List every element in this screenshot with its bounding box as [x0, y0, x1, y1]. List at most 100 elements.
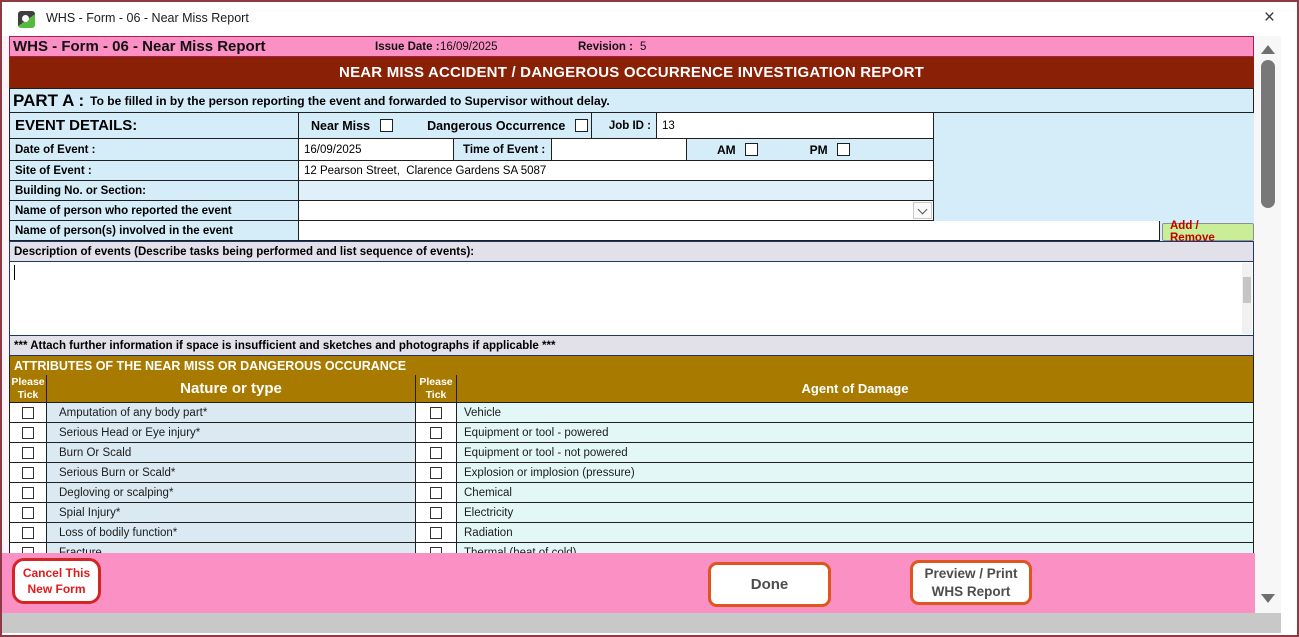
agent-checkbox[interactable] — [430, 407, 442, 419]
agent-tick-cell — [416, 403, 457, 423]
agent-checkbox[interactable] — [430, 527, 442, 539]
form-title: WHS - Form - 06 - Near Miss Report — [13, 38, 266, 55]
nature-checkbox[interactable] — [22, 467, 34, 479]
involved-value[interactable] — [299, 221, 1160, 241]
tick-header-2: Please Tick — [416, 375, 457, 403]
agent-tick-cell — [416, 483, 457, 503]
agent-text: Explosion or implosion (pressure) — [457, 463, 1254, 483]
nature-tick-cell — [9, 523, 47, 543]
date-of-event-value[interactable]: 16/09/2025 — [299, 139, 454, 161]
scroll-down-icon[interactable] — [1261, 594, 1275, 603]
nature-tick-cell — [9, 403, 47, 423]
description-header: Description of events (Describe tasks be… — [9, 241, 1254, 262]
app-icon — [18, 11, 35, 28]
event-details-label: EVENT DETAILS: — [9, 113, 299, 139]
site-of-event-value[interactable]: 12 Pearson Street, Clarence Gardens SA 5… — [299, 161, 934, 181]
form-header: WHS - Form - 06 - Near Miss Report Issue… — [9, 36, 1254, 57]
chevron-down-icon[interactable] — [913, 202, 932, 219]
nature-text: Degloving or scalping* — [47, 483, 416, 503]
nature-checkbox[interactable] — [22, 487, 34, 499]
am-checkbox[interactable] — [745, 143, 758, 156]
am-label: AM — [717, 143, 736, 157]
agent-checkbox[interactable] — [430, 507, 442, 519]
date-time-row: Date of Event : 16/09/2025 Time of Event… — [9, 139, 1254, 161]
report-banner: NEAR MISS ACCIDENT / DANGEROUS OCCURRENC… — [9, 57, 1254, 88]
table-row: Amputation of any body part* Vehicle — [9, 403, 1254, 423]
reporter-row: Name of person who reported the event — [9, 201, 1254, 221]
filler — [934, 201, 1254, 221]
site-row: Site of Event : 12 Pearson Street, Clare… — [9, 161, 1254, 181]
agent-text: Equipment or tool - not powered — [457, 443, 1254, 463]
vertical-scrollbar-thumb[interactable] — [1261, 60, 1275, 208]
job-id-value[interactable]: 13 — [657, 113, 934, 139]
tick-header-1: Please Tick — [9, 375, 47, 403]
description-scrollbar[interactable] — [1242, 263, 1252, 334]
job-id-label: Job ID : — [592, 113, 657, 139]
agent-tick-cell — [416, 523, 457, 543]
agent-checkbox[interactable] — [430, 447, 442, 459]
dangerous-occurrence-label: Dangerous Occurrence — [427, 119, 565, 133]
text-caret — [14, 265, 15, 280]
app-window: WHS - Form - 06 - Near Miss Report × WHS… — [0, 0, 1299, 637]
nature-text: Spial Injury* — [47, 503, 416, 523]
add-remove-button[interactable]: Add / Remove — [1162, 223, 1254, 241]
table-row: Fracture Thermal (heat of cold) — [9, 543, 1254, 553]
nature-text: Serious Burn or Scald* — [47, 463, 416, 483]
cancel-form-button[interactable]: Cancel This New Form — [12, 558, 101, 604]
issue-date-label: Issue Date : — [375, 41, 440, 53]
close-icon[interactable]: × — [1264, 7, 1275, 29]
preview-button-line1: Preview / Print — [924, 565, 1017, 583]
site-of-event-label: Site of Event : — [9, 161, 299, 181]
table-row: Spial Injury* Electricity — [9, 503, 1254, 523]
horizontal-scrollbar[interactable] — [2, 613, 1281, 633]
time-of-event-value[interactable] — [552, 139, 687, 161]
part-a-row: PART A : To be filled in by the person r… — [9, 88, 1254, 113]
nature-tick-cell — [9, 503, 47, 523]
agent-checkbox[interactable] — [430, 467, 442, 479]
agent-tick-cell — [416, 543, 457, 553]
near-miss-checkbox[interactable] — [380, 119, 393, 132]
nature-checkbox[interactable] — [22, 427, 34, 439]
filler — [934, 161, 1254, 181]
issue-date-value: 16/09/2025 — [440, 41, 498, 53]
done-button-label: Done — [751, 576, 789, 593]
scroll-up-icon[interactable] — [1261, 45, 1275, 54]
building-label: Building No. or Section: — [9, 181, 299, 201]
part-a-text: To be filled in by the person reporting … — [90, 94, 610, 108]
attach-note: *** Attach further information if space … — [9, 336, 1254, 356]
attributes-header: ATTRIBUTES OF THE NEAR MISS OR DANGEROUS… — [9, 356, 1254, 375]
agent-text: Electricity — [457, 503, 1254, 523]
pm-checkbox[interactable] — [837, 143, 850, 156]
agent-text: Radiation — [457, 523, 1254, 543]
description-textarea[interactable] — [9, 262, 1254, 336]
agent-text: Thermal (heat of cold) — [457, 543, 1254, 553]
revision-label: Revision : — [578, 41, 633, 53]
nature-header: Nature or type — [47, 375, 416, 403]
agent-checkbox[interactable] — [430, 487, 442, 499]
filler — [934, 139, 1254, 161]
done-button[interactable]: Done — [708, 562, 831, 607]
filler — [934, 113, 1254, 139]
building-value[interactable] — [299, 181, 934, 201]
nature-checkbox[interactable] — [22, 507, 34, 519]
footer-bar: Cancel This New Form Done Preview / Prin… — [2, 553, 1255, 613]
agent-checkbox[interactable] — [430, 427, 442, 439]
nature-checkbox[interactable] — [22, 407, 34, 419]
cancel-button-line2: New Form — [27, 581, 85, 597]
reporter-dropdown[interactable] — [299, 201, 934, 221]
involved-row: Name of person(s) involved in the event … — [9, 221, 1254, 241]
nature-text: Loss of bodily function* — [47, 523, 416, 543]
nature-checkbox[interactable] — [22, 527, 34, 539]
nature-text: Burn Or Scald — [47, 443, 416, 463]
dangerous-occurrence-checkbox[interactable] — [575, 119, 588, 132]
attributes-table-header: Please Tick Nature or type Please Tick A… — [9, 375, 1254, 403]
near-miss-label: Near Miss — [311, 119, 370, 133]
nature-tick-cell — [9, 423, 47, 443]
involved-label: Name of person(s) involved in the event — [9, 221, 299, 241]
nature-checkbox[interactable] — [22, 447, 34, 459]
add-remove-area: Add / Remove — [1160, 221, 1254, 241]
nature-text: Amputation of any body part* — [47, 403, 416, 423]
filler — [934, 181, 1254, 201]
preview-print-button[interactable]: Preview / Print WHS Report — [910, 560, 1032, 605]
vertical-scrollbar[interactable] — [1255, 36, 1281, 613]
